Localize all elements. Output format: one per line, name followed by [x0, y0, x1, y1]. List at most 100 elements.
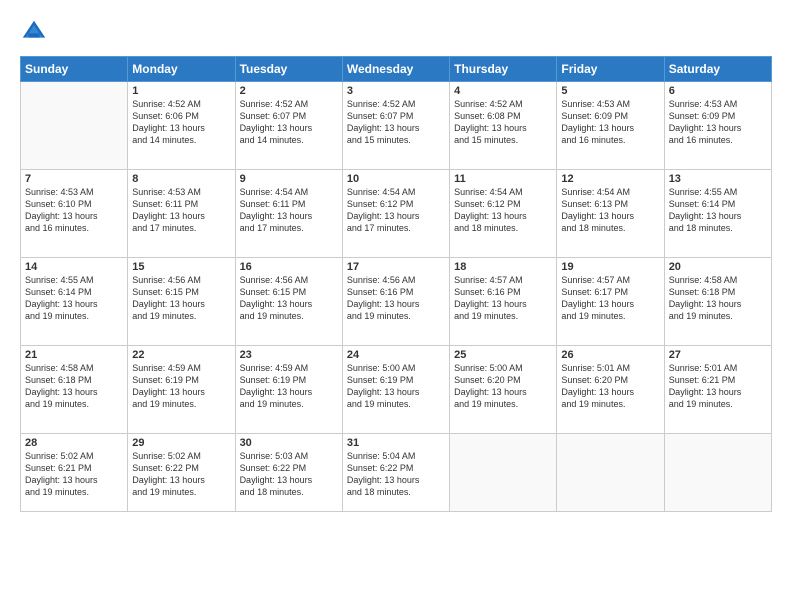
day-number: 18: [454, 261, 552, 273]
day-info: Sunrise: 5:04 AM Sunset: 6:22 PM Dayligh…: [347, 450, 445, 499]
day-number: 29: [132, 437, 230, 449]
day-info: Sunrise: 4:56 AM Sunset: 6:15 PM Dayligh…: [132, 274, 230, 323]
calendar-body: 1Sunrise: 4:52 AM Sunset: 6:06 PM Daylig…: [21, 82, 772, 512]
calendar-cell: [557, 434, 664, 512]
calendar-cell: 23Sunrise: 4:59 AM Sunset: 6:19 PM Dayli…: [235, 346, 342, 434]
calendar-cell: 11Sunrise: 4:54 AM Sunset: 6:12 PM Dayli…: [450, 170, 557, 258]
col-header-monday: Monday: [128, 57, 235, 82]
calendar-cell: 19Sunrise: 4:57 AM Sunset: 6:17 PM Dayli…: [557, 258, 664, 346]
col-header-friday: Friday: [557, 57, 664, 82]
day-number: 5: [561, 85, 659, 97]
calendar-cell: 22Sunrise: 4:59 AM Sunset: 6:19 PM Dayli…: [128, 346, 235, 434]
day-number: 25: [454, 349, 552, 361]
day-number: 27: [669, 349, 767, 361]
day-info: Sunrise: 4:52 AM Sunset: 6:06 PM Dayligh…: [132, 98, 230, 147]
calendar-cell: 25Sunrise: 5:00 AM Sunset: 6:20 PM Dayli…: [450, 346, 557, 434]
day-number: 12: [561, 173, 659, 185]
day-number: 31: [347, 437, 445, 449]
calendar-cell: 7Sunrise: 4:53 AM Sunset: 6:10 PM Daylig…: [21, 170, 128, 258]
week-row: 7Sunrise: 4:53 AM Sunset: 6:10 PM Daylig…: [21, 170, 772, 258]
day-number: 22: [132, 349, 230, 361]
week-row: 1Sunrise: 4:52 AM Sunset: 6:06 PM Daylig…: [21, 82, 772, 170]
calendar-cell: 27Sunrise: 5:01 AM Sunset: 6:21 PM Dayli…: [664, 346, 771, 434]
calendar-cell: 5Sunrise: 4:53 AM Sunset: 6:09 PM Daylig…: [557, 82, 664, 170]
calendar-cell: [664, 434, 771, 512]
week-row: 21Sunrise: 4:58 AM Sunset: 6:18 PM Dayli…: [21, 346, 772, 434]
day-info: Sunrise: 5:03 AM Sunset: 6:22 PM Dayligh…: [240, 450, 338, 499]
day-info: Sunrise: 4:56 AM Sunset: 6:16 PM Dayligh…: [347, 274, 445, 323]
col-header-thursday: Thursday: [450, 57, 557, 82]
day-info: Sunrise: 5:00 AM Sunset: 6:20 PM Dayligh…: [454, 362, 552, 411]
day-number: 28: [25, 437, 123, 449]
day-info: Sunrise: 4:58 AM Sunset: 6:18 PM Dayligh…: [669, 274, 767, 323]
day-info: Sunrise: 5:00 AM Sunset: 6:19 PM Dayligh…: [347, 362, 445, 411]
logo: [20, 18, 50, 46]
calendar-cell: 3Sunrise: 4:52 AM Sunset: 6:07 PM Daylig…: [342, 82, 449, 170]
day-number: 2: [240, 85, 338, 97]
day-number: 23: [240, 349, 338, 361]
calendar-cell: 30Sunrise: 5:03 AM Sunset: 6:22 PM Dayli…: [235, 434, 342, 512]
day-number: 17: [347, 261, 445, 273]
calendar-cell: 15Sunrise: 4:56 AM Sunset: 6:15 PM Dayli…: [128, 258, 235, 346]
day-info: Sunrise: 4:58 AM Sunset: 6:18 PM Dayligh…: [25, 362, 123, 411]
col-header-saturday: Saturday: [664, 57, 771, 82]
day-info: Sunrise: 4:55 AM Sunset: 6:14 PM Dayligh…: [669, 186, 767, 235]
day-number: 14: [25, 261, 123, 273]
calendar-cell: 29Sunrise: 5:02 AM Sunset: 6:22 PM Dayli…: [128, 434, 235, 512]
calendar-cell: 12Sunrise: 4:54 AM Sunset: 6:13 PM Dayli…: [557, 170, 664, 258]
calendar-cell: 9Sunrise: 4:54 AM Sunset: 6:11 PM Daylig…: [235, 170, 342, 258]
day-info: Sunrise: 5:01 AM Sunset: 6:21 PM Dayligh…: [669, 362, 767, 411]
day-number: 6: [669, 85, 767, 97]
calendar-cell: 18Sunrise: 4:57 AM Sunset: 6:16 PM Dayli…: [450, 258, 557, 346]
day-number: 21: [25, 349, 123, 361]
day-number: 26: [561, 349, 659, 361]
day-number: 20: [669, 261, 767, 273]
day-info: Sunrise: 4:52 AM Sunset: 6:07 PM Dayligh…: [240, 98, 338, 147]
day-number: 15: [132, 261, 230, 273]
calendar-cell: 28Sunrise: 5:02 AM Sunset: 6:21 PM Dayli…: [21, 434, 128, 512]
day-number: 11: [454, 173, 552, 185]
calendar-cell: 17Sunrise: 4:56 AM Sunset: 6:16 PM Dayli…: [342, 258, 449, 346]
calendar-header: SundayMondayTuesdayWednesdayThursdayFrid…: [21, 57, 772, 82]
day-number: 3: [347, 85, 445, 97]
day-info: Sunrise: 5:02 AM Sunset: 6:22 PM Dayligh…: [132, 450, 230, 499]
day-info: Sunrise: 4:54 AM Sunset: 6:11 PM Dayligh…: [240, 186, 338, 235]
day-number: 13: [669, 173, 767, 185]
day-info: Sunrise: 4:55 AM Sunset: 6:14 PM Dayligh…: [25, 274, 123, 323]
day-info: Sunrise: 4:54 AM Sunset: 6:12 PM Dayligh…: [347, 186, 445, 235]
day-number: 8: [132, 173, 230, 185]
day-info: Sunrise: 4:59 AM Sunset: 6:19 PM Dayligh…: [240, 362, 338, 411]
day-number: 4: [454, 85, 552, 97]
calendar-cell: 4Sunrise: 4:52 AM Sunset: 6:08 PM Daylig…: [450, 82, 557, 170]
day-info: Sunrise: 4:56 AM Sunset: 6:15 PM Dayligh…: [240, 274, 338, 323]
day-info: Sunrise: 4:53 AM Sunset: 6:09 PM Dayligh…: [561, 98, 659, 147]
day-info: Sunrise: 4:54 AM Sunset: 6:13 PM Dayligh…: [561, 186, 659, 235]
day-info: Sunrise: 4:54 AM Sunset: 6:12 PM Dayligh…: [454, 186, 552, 235]
day-info: Sunrise: 4:53 AM Sunset: 6:11 PM Dayligh…: [132, 186, 230, 235]
day-info: Sunrise: 5:02 AM Sunset: 6:21 PM Dayligh…: [25, 450, 123, 499]
day-number: 7: [25, 173, 123, 185]
day-info: Sunrise: 4:52 AM Sunset: 6:07 PM Dayligh…: [347, 98, 445, 147]
calendar-cell: [21, 82, 128, 170]
day-info: Sunrise: 4:59 AM Sunset: 6:19 PM Dayligh…: [132, 362, 230, 411]
week-row: 14Sunrise: 4:55 AM Sunset: 6:14 PM Dayli…: [21, 258, 772, 346]
day-info: Sunrise: 4:53 AM Sunset: 6:09 PM Dayligh…: [669, 98, 767, 147]
day-number: 10: [347, 173, 445, 185]
day-number: 30: [240, 437, 338, 449]
day-info: Sunrise: 4:52 AM Sunset: 6:08 PM Dayligh…: [454, 98, 552, 147]
header-row: SundayMondayTuesdayWednesdayThursdayFrid…: [21, 57, 772, 82]
calendar-cell: 6Sunrise: 4:53 AM Sunset: 6:09 PM Daylig…: [664, 82, 771, 170]
day-number: 19: [561, 261, 659, 273]
calendar-cell: [450, 434, 557, 512]
day-info: Sunrise: 4:53 AM Sunset: 6:10 PM Dayligh…: [25, 186, 123, 235]
calendar-cell: 21Sunrise: 4:58 AM Sunset: 6:18 PM Dayli…: [21, 346, 128, 434]
calendar-cell: 16Sunrise: 4:56 AM Sunset: 6:15 PM Dayli…: [235, 258, 342, 346]
day-info: Sunrise: 5:01 AM Sunset: 6:20 PM Dayligh…: [561, 362, 659, 411]
day-number: 24: [347, 349, 445, 361]
calendar-cell: 31Sunrise: 5:04 AM Sunset: 6:22 PM Dayli…: [342, 434, 449, 512]
calendar-cell: 2Sunrise: 4:52 AM Sunset: 6:07 PM Daylig…: [235, 82, 342, 170]
header: [20, 18, 772, 46]
calendar-cell: 24Sunrise: 5:00 AM Sunset: 6:19 PM Dayli…: [342, 346, 449, 434]
calendar-cell: 14Sunrise: 4:55 AM Sunset: 6:14 PM Dayli…: [21, 258, 128, 346]
calendar-cell: 8Sunrise: 4:53 AM Sunset: 6:11 PM Daylig…: [128, 170, 235, 258]
